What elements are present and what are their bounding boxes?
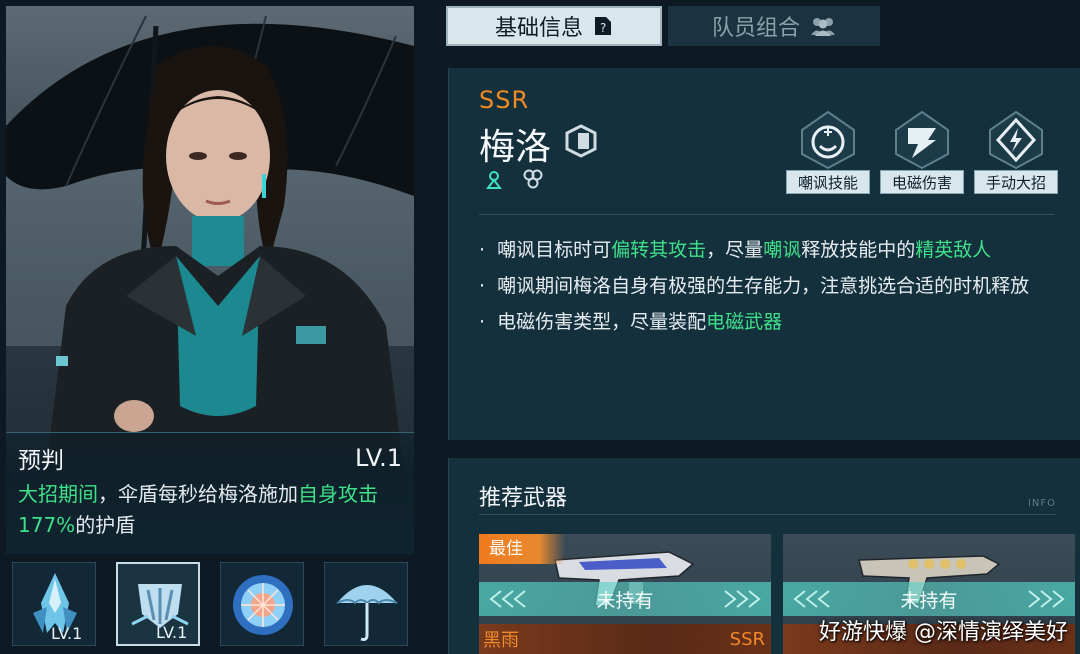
tip-text: ，尽量 [706, 239, 764, 261]
skill-desc-text: 的护盾 [75, 513, 136, 537]
tip-text: 电磁伤害类型，尽量装配 [497, 311, 707, 333]
weapon-rarity: SSR [729, 628, 765, 650]
tip-bullet: · [479, 311, 486, 333]
skill-desc-highlight: 大招期间 [18, 482, 98, 506]
chevron-right-icon [724, 590, 761, 608]
skill-description: 大招期间，伞盾每秒给梅洛施加自身攻击177%的护盾 [18, 479, 402, 541]
tip-2: · 嘲讽期间梅洛自身有极强的生存能力，注意挑选合适的时机释放 [479, 268, 1057, 304]
tip-text: 释放技能中的 [801, 239, 916, 261]
tip-highlight: 精英敌人 [915, 239, 992, 261]
weapon-status: 未持有 [596, 589, 654, 612]
taunt-icon [801, 110, 855, 170]
skill-slot-level: LV.1 [51, 624, 83, 643]
divider [479, 214, 1054, 215]
character-rarity: SSR [479, 86, 530, 114]
tag-label: 手动大招 [974, 170, 1058, 194]
watermark: 好游快爆 @深情演绎美好 [819, 620, 1068, 645]
lightning-icon [895, 110, 949, 170]
tab-basic-info-label: 基础信息 [494, 16, 583, 41]
tag-label: 电磁伤害 [880, 170, 964, 194]
weapon-name: 黑雨 [483, 630, 519, 651]
team-icon [811, 18, 835, 36]
orb-icon [233, 575, 293, 635]
character-tags: 嘲讽技能 电磁伤害 手动大招 [786, 108, 1058, 194]
skill-slot-2[interactable]: LV.1 [116, 562, 200, 646]
skill-slots: LV.1 LV.1 [12, 562, 412, 648]
tip-1: · 嘲讽目标时可偏转其攻击，尽量嘲讽释放技能中的精英敌人 [479, 232, 1057, 268]
weapons-info-label: INFO [1027, 498, 1056, 509]
umbrella-icon [336, 585, 398, 641]
weapon-status-bar: 未持有 [783, 582, 1075, 616]
tab-team-combo-label: 队员组合 [711, 16, 800, 41]
weapon-card-1[interactable]: 最佳 未持有 黑雨 SSR [479, 534, 771, 654]
manual-ult-icon [989, 110, 1043, 170]
tip-text: 嘲讽期间梅洛自身有极强的生存能力，注意挑选合适的时机释放 [497, 275, 1030, 297]
svg-text:?: ? [600, 21, 606, 35]
character-tips: · 嘲讽目标时可偏转其攻击，尽量嘲讽释放技能中的精英敌人 · 嘲讽期间梅洛自身有… [479, 232, 1057, 340]
weapons-title: 推荐武器 [479, 486, 568, 511]
skill-slot-4[interactable] [324, 562, 408, 646]
tip-bullet: · [479, 239, 486, 261]
tag-manual-ult[interactable]: 手动大招 [974, 108, 1058, 194]
document-icon: ? [595, 17, 611, 35]
skill-slot-level: LV.1 [156, 623, 188, 642]
tab-basic-info[interactable]: 基础信息 ? [446, 6, 662, 46]
tag-taunt[interactable]: 嘲讽技能 [786, 108, 870, 194]
role-icons [483, 168, 545, 190]
tip-highlight: 嘲讽 [763, 239, 802, 261]
class-shield-icon [565, 124, 597, 158]
skill-slot-3[interactable] [220, 562, 304, 646]
taunt-role-icon [486, 171, 502, 189]
best-badge: 最佳 [479, 534, 565, 564]
tip-bullet: · [479, 275, 486, 297]
skill-info-card: 预判 LV.1 大招期间，伞盾每秒给梅洛施加自身攻击177%的护盾 [6, 432, 414, 554]
tip-highlight: 电磁武器 [706, 311, 783, 333]
tag-em-damage[interactable]: 电磁伤害 [880, 108, 964, 194]
tip-highlight: 偏转其攻击 [611, 239, 707, 261]
weapon-status: 未持有 [900, 589, 958, 612]
chevron-left-icon [489, 590, 526, 608]
chevron-right-icon [1028, 590, 1065, 608]
skill-desc-text: ，伞盾每秒给梅洛施加 [98, 482, 298, 506]
tip-3: · 电磁伤害类型，尽量装配电磁武器 [479, 304, 1057, 340]
weapon-status-bar: 未持有 [479, 582, 771, 616]
character-info-panel: SSR 梅洛 嘲讽技能 电磁伤害 手动大招 · 嘲讽目标时可偏转其攻击，尽量嘲讽… [448, 68, 1080, 440]
skill-name: 预判 [18, 448, 64, 474]
tag-label: 嘲讽技能 [786, 170, 870, 194]
tab-team-combo[interactable]: 队员组合 [668, 6, 880, 46]
chevron-left-icon [793, 590, 830, 608]
weapon-footer: 黑雨 SSR [479, 624, 771, 654]
divider [479, 514, 1056, 515]
tip-text: 嘲讽目标时可 [497, 239, 612, 261]
link-role-icon [523, 169, 543, 189]
skill-slot-1[interactable]: LV.1 [12, 562, 96, 646]
character-name: 梅洛 [479, 127, 552, 168]
skill-level: LV.1 [355, 444, 402, 472]
